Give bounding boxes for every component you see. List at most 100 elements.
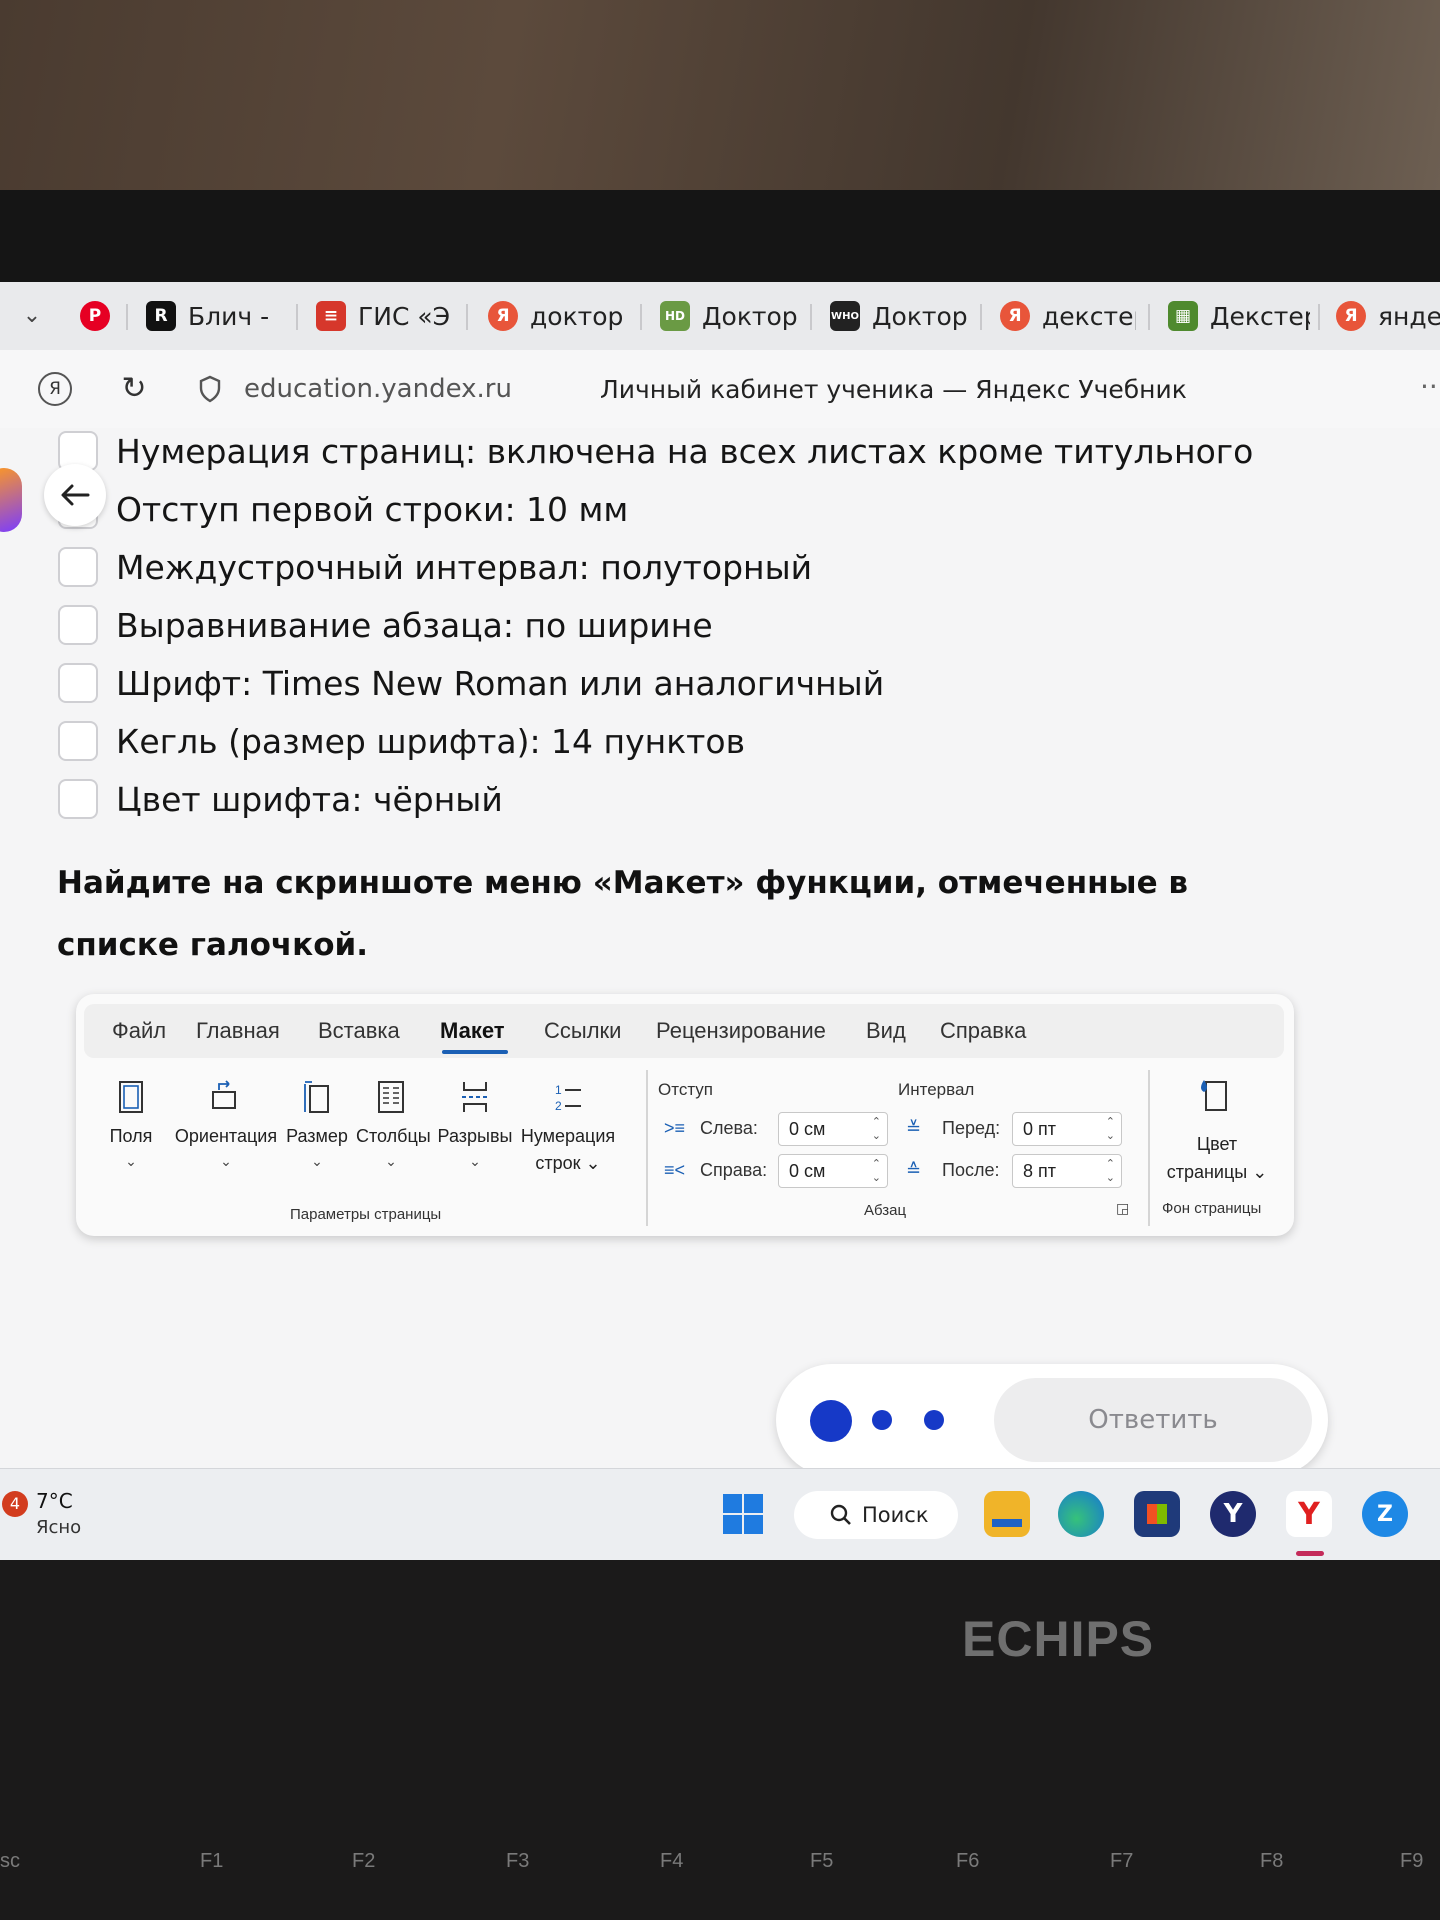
weather-badge[interactable]: 4 [2, 1491, 28, 1517]
page-color-button: Цвет страницы ⌄ [1162, 1130, 1272, 1186]
spinner-arrows-icon: ⌃ ⌄ [871, 1158, 881, 1184]
spacing-before-input: 0 пт ⌃ ⌄ [1012, 1112, 1122, 1146]
columns-label: Столбцы [356, 1126, 431, 1146]
spacing-after-icon: ≙ [906, 1160, 922, 1180]
doctor-who-icon: WHO [830, 301, 860, 331]
chevron-down-icon: ⌄ [125, 1153, 137, 1169]
checklist-item[interactable]: Нумерация страниц: включена на всех лист… [58, 428, 1253, 474]
indent-left-value: 0 см [789, 1119, 826, 1139]
function-key: F6 [956, 1850, 980, 1872]
screen: ⌄ P R Блич - с ≡ ГИС «Эл Я доктор HD Док… [0, 282, 1440, 1560]
function-key: F2 [352, 1850, 376, 1872]
file-explorer-icon[interactable] [984, 1491, 1030, 1537]
edge-icon[interactable] [1058, 1491, 1104, 1537]
group-divider [646, 1070, 648, 1226]
ribbon-tabs: Файл Главная Вставка Макет Ссылки Реценз… [84, 1004, 1284, 1058]
url-box[interactable]: education.yandex.ru Личный кабинет учени… [180, 364, 1280, 414]
active-tab-underline [442, 1050, 508, 1054]
windows-taskbar: 4 7°C Ясно Поиск Y Y Z [0, 1468, 1440, 1560]
weather-temperature[interactable]: 7°C [36, 1489, 73, 1513]
store-icon[interactable] [1134, 1491, 1180, 1537]
laptop-bezel [0, 190, 1440, 422]
page-color-icon [1201, 1080, 1227, 1111]
line-numbers-label-2: строк ⌄ [535, 1153, 601, 1173]
checklist-item[interactable]: Кегль (размер шрифта): 14 пунктов [58, 718, 745, 764]
back-button[interactable] [44, 464, 106, 526]
tab-separator [126, 304, 128, 330]
tab-favicon-icon: R [146, 301, 176, 331]
size-button: Размер ⌄ [282, 1080, 352, 1170]
function-key: F8 [1260, 1850, 1284, 1872]
page-color-label: Цвет [1196, 1134, 1238, 1154]
tab-separator [640, 304, 642, 330]
tab-1[interactable]: R Блич - с [146, 294, 276, 338]
indent-right-input: 0 см ⌃ ⌄ [778, 1154, 888, 1188]
progress-dot[interactable] [924, 1410, 944, 1430]
checkbox[interactable] [58, 547, 98, 587]
tab-3[interactable]: Я доктор [488, 294, 624, 338]
tab-list-chevron-icon[interactable]: ⌄ [18, 304, 46, 328]
checklist-item[interactable]: Междустрочный интервал: полуторный [58, 544, 812, 590]
function-key: F7 [1110, 1850, 1134, 1872]
function-key: F1 [200, 1850, 224, 1872]
tab-7[interactable]: ▦ Декстер [1168, 294, 1310, 338]
checkbox[interactable] [58, 663, 98, 703]
yandex-browser-icon[interactable]: Y [1210, 1491, 1256, 1537]
tab-favicon-icon: ≡ [316, 301, 346, 331]
store-logo [1147, 1504, 1167, 1524]
background-wall [0, 0, 1440, 190]
group-label-page-setup: Параметры страницы [290, 1206, 442, 1223]
checklist-item[interactable]: Отступ первой строки: 10 мм [58, 486, 628, 532]
chevron-down-icon: ⌄ [311, 1153, 323, 1169]
yandex-icon: Я [1336, 301, 1366, 331]
orientation-icon [212, 1080, 236, 1109]
checkbox[interactable] [58, 605, 98, 645]
tab-6[interactable]: Я декстер [1000, 294, 1136, 338]
page-title: Личный кабинет ученика — Яндекс Учебник [599, 374, 1187, 404]
tab-label: ГИС «Эл [358, 301, 450, 331]
spacing-before-icon: ≚ [906, 1118, 922, 1138]
function-key: F3 [506, 1850, 530, 1872]
checklist-item[interactable]: Цвет шрифта: чёрный [58, 776, 503, 822]
tab-label: доктор [530, 301, 624, 331]
weather-condition[interactable]: Ясно [36, 1517, 81, 1538]
search-label: Поиск [862, 1503, 929, 1527]
tab-5[interactable]: WHO Доктор [830, 294, 970, 338]
tab-label: Блич - с [188, 301, 276, 331]
film-icon: ▦ [1168, 301, 1198, 331]
ribbon-tab: Ссылки [544, 1018, 622, 1043]
answer-button[interactable]: Ответить [994, 1378, 1312, 1462]
tab-separator [1148, 304, 1150, 330]
indent-left-icon: >≡ [664, 1118, 686, 1138]
size-label: Размер [286, 1126, 348, 1146]
tab-separator [980, 304, 982, 330]
windows-start-icon[interactable] [720, 1491, 766, 1537]
checkbox[interactable] [58, 721, 98, 761]
checkbox[interactable] [58, 779, 98, 819]
breaks-label: Разрывы [437, 1126, 513, 1146]
more-icon[interactable]: ·· [1420, 370, 1438, 403]
taskbar-search[interactable]: Поиск [794, 1491, 958, 1539]
indent-left-input: 0 см ⌃ ⌄ [778, 1112, 888, 1146]
tab-pinterest[interactable]: P [80, 294, 110, 338]
app-icon[interactable]: Z [1362, 1491, 1408, 1537]
tab-2[interactable]: ≡ ГИС «Эл [316, 294, 450, 338]
laptop-brand-logo: ECHIPS [962, 1611, 1155, 1667]
reload-icon[interactable]: ↻ [116, 370, 152, 406]
tab-4[interactable]: HD Доктор [660, 294, 800, 338]
progress-dot-active[interactable] [810, 1400, 852, 1442]
checklist-item[interactable]: Шрифт: Times New Roman или аналогичный [58, 660, 884, 706]
checklist-item[interactable]: Выравнивание абзаца: по ширине [58, 602, 713, 648]
yandex-icon[interactable]: Y [1286, 1491, 1332, 1537]
tab-8[interactable]: Я яндек [1336, 294, 1440, 338]
line-numbers-button: 12 Нумерация строк ⌄ [516, 1080, 620, 1174]
tab-separator [810, 304, 812, 330]
folder-strip [992, 1519, 1022, 1527]
ribbon-tab: Справка [940, 1018, 1027, 1043]
yandex-home-icon[interactable]: Я [38, 372, 72, 406]
active-app-indicator [1296, 1551, 1324, 1556]
address-bar: Я ↻ education.yandex.ru Личный кабинет у… [0, 350, 1440, 429]
group-label-paragraph: Абзац [864, 1202, 907, 1219]
indent-right-icon: ≡< [664, 1160, 686, 1180]
progress-dot[interactable] [872, 1410, 892, 1430]
